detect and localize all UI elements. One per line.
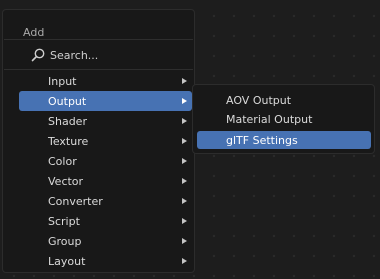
chevron-right-icon: [182, 118, 187, 124]
search-icon: [31, 48, 45, 62]
menu-item-layout[interactable]: Layout: [19, 251, 192, 271]
submenu-item-material-output[interactable]: Material Output: [197, 110, 371, 128]
chevron-right-icon: [182, 98, 187, 104]
menu-item-label: Script: [48, 214, 80, 228]
menu-item-color[interactable]: Color: [19, 151, 192, 171]
chevron-right-icon: [182, 78, 187, 84]
chevron-right-icon: [182, 218, 187, 224]
menu-item-label: Group: [48, 234, 82, 248]
chevron-right-icon: [182, 158, 187, 164]
chevron-right-icon: [182, 138, 187, 144]
menu-divider: [4, 69, 193, 70]
menu-item-input[interactable]: Input: [19, 71, 192, 91]
menu-item-label: Color: [48, 154, 77, 168]
chevron-right-icon: [182, 258, 187, 264]
output-submenu: AOV Output Material Output glTF Settings: [192, 84, 375, 154]
search-field[interactable]: Search...: [4, 42, 193, 68]
chevron-right-icon: [182, 178, 187, 184]
menu-item-texture[interactable]: Texture: [19, 131, 192, 151]
menu-item-group[interactable]: Group: [19, 231, 192, 251]
menu-item-output[interactable]: Output: [19, 91, 192, 111]
chevron-right-icon: [182, 238, 187, 244]
add-menu: Add Search... Input Output Shader Textur…: [2, 9, 195, 273]
search-placeholder: Search...: [50, 48, 99, 62]
menu-title: Add: [23, 26, 45, 39]
menu-item-script[interactable]: Script: [19, 211, 192, 231]
submenu-item-gltf-settings[interactable]: glTF Settings: [197, 131, 371, 149]
submenu-item-label: AOV Output: [226, 93, 292, 107]
menu-item-converter[interactable]: Converter: [19, 191, 192, 211]
menu-item-vector[interactable]: Vector: [19, 171, 192, 191]
menu-item-label: Shader: [48, 114, 87, 128]
menu-item-label: Vector: [48, 174, 84, 188]
menu-item-label: Texture: [48, 134, 89, 148]
menu-divider: [4, 39, 193, 40]
submenu-item-label: Material Output: [226, 112, 313, 126]
menu-item-shader[interactable]: Shader: [19, 111, 192, 131]
menu-item-label: Layout: [48, 254, 86, 268]
menu-item-label: Input: [48, 74, 77, 88]
submenu-item-label: glTF Settings: [226, 133, 298, 147]
menu-item-label: Output: [48, 94, 87, 108]
submenu-item-aov-output[interactable]: AOV Output: [197, 91, 371, 109]
chevron-right-icon: [182, 198, 187, 204]
menu-item-label: Converter: [48, 194, 103, 208]
